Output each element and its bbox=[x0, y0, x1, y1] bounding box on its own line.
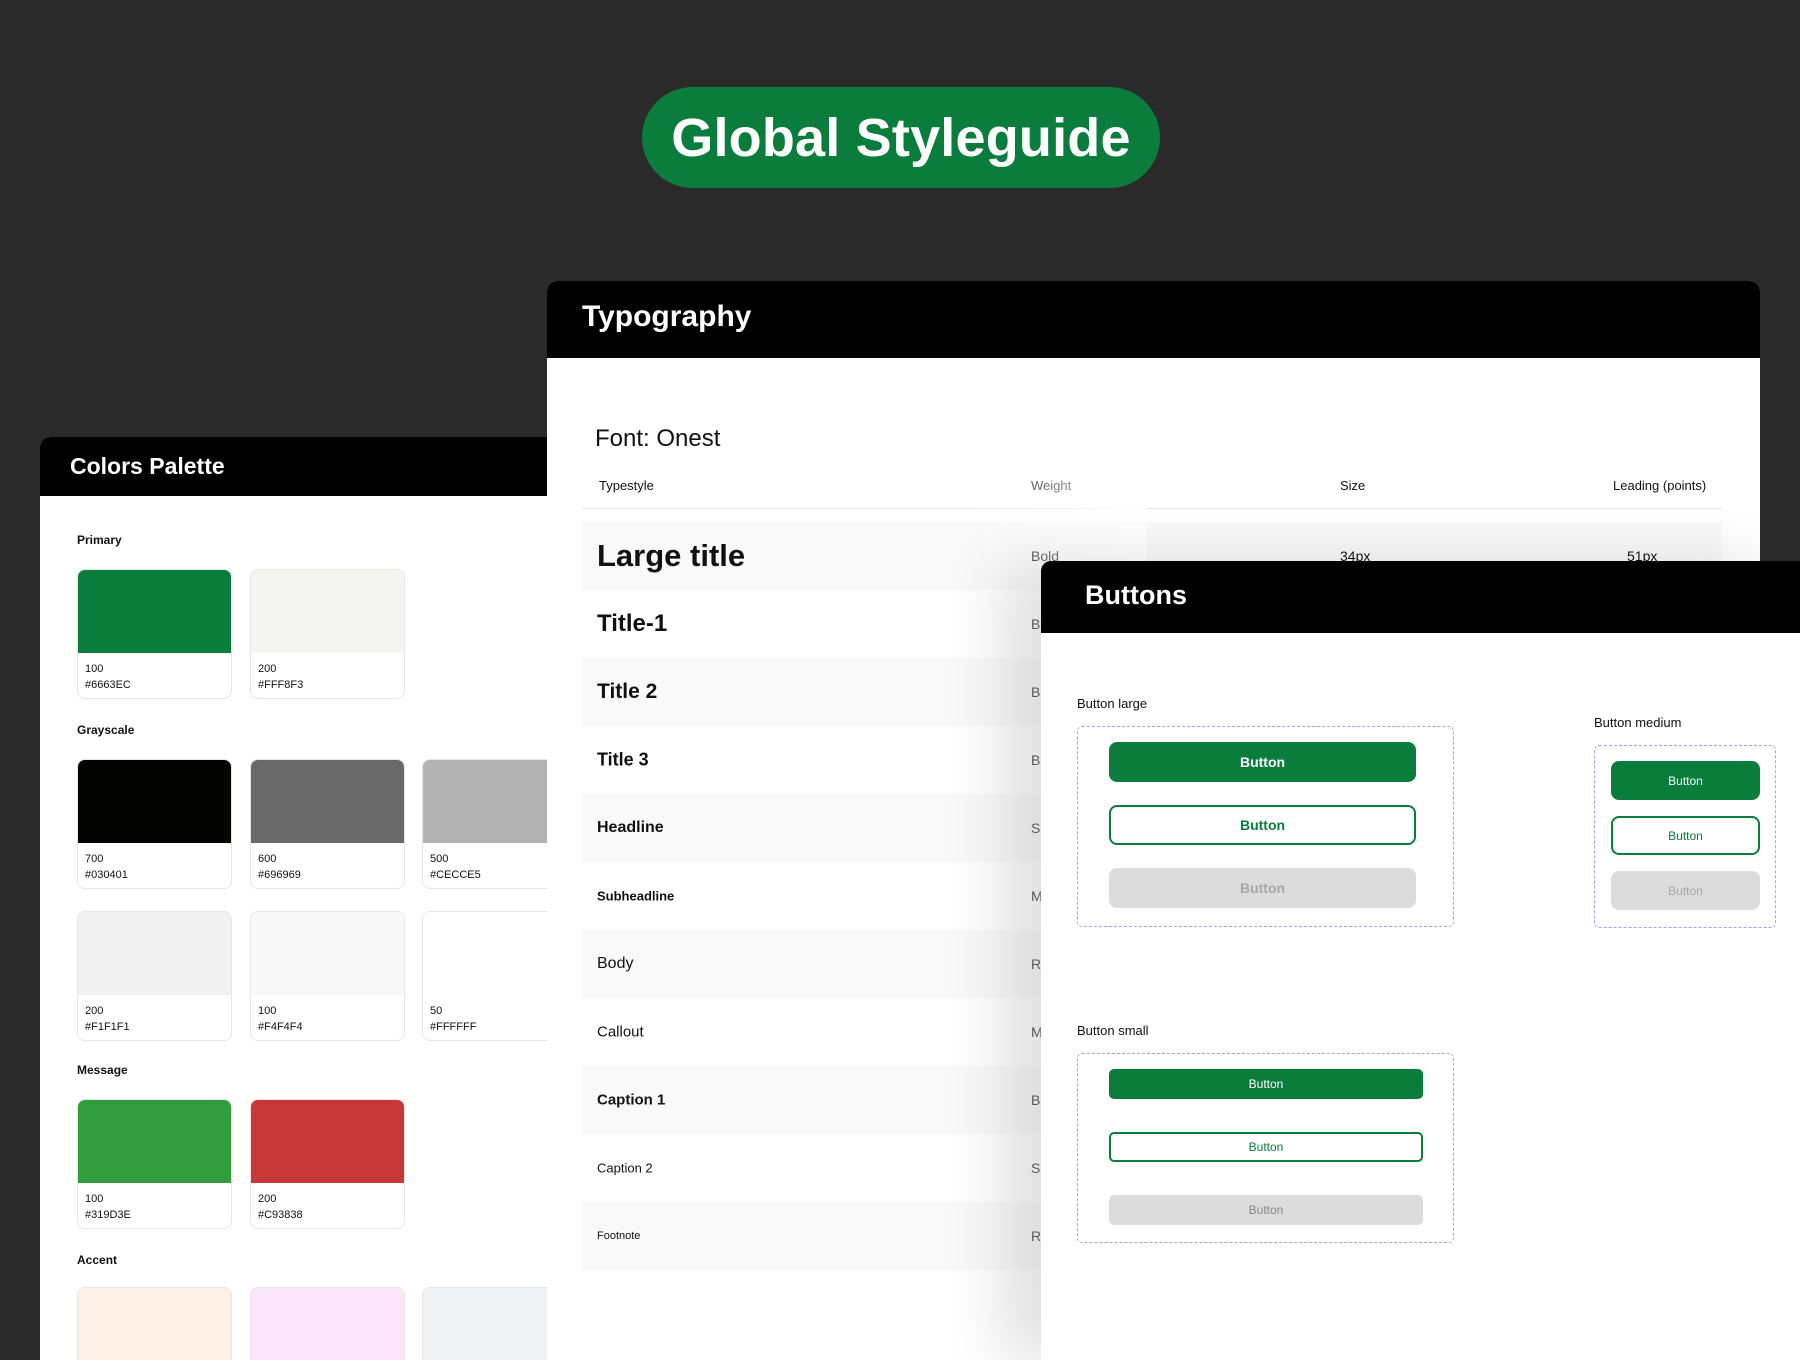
color-chip bbox=[78, 760, 231, 843]
typestyle-name: Caption 1 bbox=[597, 1091, 666, 1109]
button-large-label: Button large bbox=[1077, 696, 1148, 711]
swatch-grayscale-700[interactable]: 700 #030401 bbox=[77, 759, 232, 889]
typestyle-name: Title-1 bbox=[597, 610, 668, 637]
color-chip bbox=[251, 912, 404, 995]
typestyle-weight: B bbox=[1031, 684, 1041, 700]
section-label-message: Message bbox=[77, 1063, 128, 1077]
swatch-hex: #030401 bbox=[85, 869, 128, 881]
swatch-hex: #6663EC bbox=[85, 679, 131, 691]
large-primary-button[interactable]: Button bbox=[1109, 742, 1416, 782]
font-name: Font: Onest bbox=[595, 425, 721, 452]
typestyle-name: Footnote bbox=[597, 1230, 641, 1242]
buttons-title: Buttons bbox=[1041, 561, 1800, 633]
section-label-grayscale: Grayscale bbox=[77, 723, 135, 737]
typestyle-weight: R bbox=[1031, 1228, 1042, 1244]
swatch-hex: #696969 bbox=[258, 869, 301, 881]
column-header-weight: Weight bbox=[1031, 478, 1072, 493]
column-header-size: Size bbox=[1340, 478, 1366, 493]
small-primary-button[interactable]: Button bbox=[1109, 1069, 1423, 1099]
color-chip bbox=[78, 1100, 231, 1183]
color-chip bbox=[251, 1100, 404, 1183]
color-chip bbox=[251, 570, 404, 653]
swatch-hex: #FFF8F3 bbox=[258, 679, 304, 691]
swatch-level: 200 bbox=[85, 1005, 104, 1017]
small-disabled-button[interactable]: Button bbox=[1109, 1195, 1423, 1225]
header-divider bbox=[582, 508, 1722, 509]
swatch-level: 200 bbox=[258, 663, 277, 675]
color-chip bbox=[78, 570, 231, 653]
button-medium-label: Button medium bbox=[1594, 715, 1682, 730]
typestyle-name: Headline bbox=[597, 819, 664, 836]
swatch-primary-100[interactable]: 100 #6663EC bbox=[77, 569, 232, 699]
swatch-hex: #F4F4F4 bbox=[258, 1021, 303, 1033]
typestyle-name: Body bbox=[597, 955, 634, 972]
swatch-level: 700 bbox=[85, 853, 104, 865]
swatch-message-100[interactable]: 100 #319D3E bbox=[77, 1099, 232, 1229]
button-medium-group: Button Button Button bbox=[1594, 745, 1776, 928]
column-header-typestyle: Typestyle bbox=[599, 478, 654, 493]
swatch-primary-200[interactable]: 200 #FFF8F3 bbox=[250, 569, 405, 699]
swatch-level: 100 bbox=[258, 1005, 277, 1017]
column-header-leading: Leading (points) bbox=[1613, 478, 1707, 493]
typestyle-weight: S bbox=[1031, 820, 1041, 836]
color-chip bbox=[78, 1288, 231, 1360]
swatch-message-200[interactable]: 200 #C93838 bbox=[250, 1099, 405, 1229]
medium-secondary-button[interactable]: Button bbox=[1611, 816, 1760, 855]
medium-disabled-button[interactable]: Button bbox=[1611, 871, 1760, 910]
typestyle-name: Large title bbox=[597, 538, 746, 573]
typestyle-name: Subheadline bbox=[597, 888, 675, 904]
swatch-hex: #FFFFFF bbox=[430, 1021, 477, 1033]
section-label-primary: Primary bbox=[77, 533, 122, 547]
swatch-accent-2[interactable] bbox=[250, 1287, 405, 1360]
typography-title: Typography bbox=[547, 281, 1760, 358]
color-chip bbox=[251, 1288, 404, 1360]
swatch-level: 50 bbox=[430, 1005, 443, 1017]
swatch-hex: #CECCE5 bbox=[430, 869, 481, 881]
color-chip bbox=[251, 760, 404, 843]
swatch-level: 100 bbox=[85, 1193, 104, 1205]
swatch-hex: #F1F1F1 bbox=[85, 1021, 130, 1033]
small-secondary-button[interactable]: Button bbox=[1109, 1132, 1423, 1162]
typestyle-weight: S bbox=[1031, 1160, 1041, 1176]
large-disabled-button[interactable]: Button bbox=[1109, 868, 1416, 908]
button-small-group: Button Button Button bbox=[1077, 1053, 1454, 1243]
section-label-accent: Accent bbox=[77, 1253, 118, 1267]
swatch-level: 200 bbox=[258, 1193, 277, 1205]
swatch-accent-1[interactable] bbox=[77, 1287, 232, 1360]
typestyle-name: Title 3 bbox=[597, 749, 649, 770]
swatch-grayscale-200[interactable]: 200 #F1F1F1 bbox=[77, 911, 232, 1041]
typestyle-name: Title 2 bbox=[597, 680, 658, 703]
swatch-level: 100 bbox=[85, 663, 104, 675]
button-large-group: Button Button Button bbox=[1077, 726, 1454, 927]
typestyle-weight: B bbox=[1031, 1092, 1041, 1108]
swatch-hex: #319D3E bbox=[85, 1209, 131, 1221]
swatch-grayscale-100[interactable]: 100 #F4F4F4 bbox=[250, 911, 405, 1041]
typestyle-name: Callout bbox=[597, 1023, 644, 1041]
typestyle-weight: B bbox=[1031, 752, 1041, 768]
typestyle-weight: B bbox=[1031, 616, 1041, 632]
typestyle-weight: R bbox=[1031, 956, 1042, 972]
buttons-panel: Buttons Button large Button Button Butto… bbox=[1041, 561, 1800, 1360]
color-chip bbox=[78, 912, 231, 995]
swatch-grayscale-600[interactable]: 600 #696969 bbox=[250, 759, 405, 889]
button-small-label: Button small bbox=[1077, 1023, 1149, 1038]
typestyle-name: Caption 2 bbox=[597, 1160, 653, 1176]
swatch-hex: #C93838 bbox=[258, 1209, 303, 1221]
swatch-level: 600 bbox=[258, 853, 277, 865]
large-secondary-button[interactable]: Button bbox=[1109, 805, 1416, 845]
page-title: Global Styleguide bbox=[642, 87, 1160, 188]
swatch-level: 500 bbox=[430, 853, 449, 865]
medium-primary-button[interactable]: Button bbox=[1611, 761, 1760, 800]
